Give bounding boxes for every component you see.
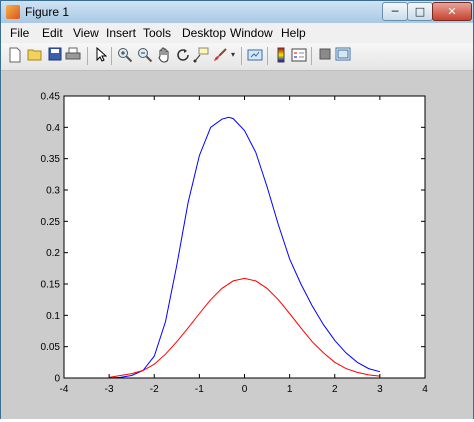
insert-legend-icon[interactable]: [291, 47, 307, 63]
y-tick-label: 0.2: [46, 248, 60, 259]
open-file-icon[interactable]: [27, 47, 43, 63]
save-icon[interactable]: [47, 47, 63, 63]
y-tick-label: 0.25: [41, 217, 61, 228]
menu-desktop[interactable]: Desktop: [182, 26, 226, 40]
y-tick-label: 0.05: [41, 342, 61, 353]
y-tick-label: 0.35: [41, 154, 61, 165]
brush-dropdown-icon[interactable]: ▾: [229, 47, 237, 63]
rotate-3d-icon[interactable]: [175, 47, 191, 63]
window-title: Figure 1: [25, 5, 70, 19]
figure-window: Figure 1 ─ □ ✕ File Edit View Insert Too…: [0, 0, 474, 419]
toolbar-separator: [311, 47, 312, 65]
menu-insert[interactable]: Insert: [106, 26, 136, 40]
menu-bar: File Edit View Insert Tools Desktop Wind…: [1, 23, 473, 43]
zoom-out-icon[interactable]: [137, 47, 153, 63]
y-tick-label: 0.45: [41, 92, 61, 103]
pan-hand-icon[interactable]: [156, 47, 172, 63]
show-plot-tools-icon[interactable]: [335, 47, 351, 63]
toolbar-separator: [241, 47, 242, 65]
x-tick-label: 2: [332, 384, 338, 395]
link-plot-icon[interactable]: [247, 47, 263, 63]
insert-colorbar-icon[interactable]: [273, 47, 289, 63]
y-tick-label: 0.1: [46, 311, 60, 322]
close-button[interactable]: ✕: [432, 2, 472, 21]
hide-plot-tools-icon[interactable]: [317, 47, 333, 63]
axes-background: [64, 96, 425, 378]
menu-window[interactable]: Window: [230, 26, 273, 40]
new-figure-icon[interactable]: [7, 47, 23, 63]
x-tick-label: 4: [422, 384, 428, 395]
minimize-button[interactable]: ─: [382, 2, 408, 21]
menu-edit[interactable]: Edit: [42, 26, 63, 40]
toolbar-separator: [87, 47, 88, 65]
menu-view[interactable]: View: [73, 26, 99, 40]
figure-canvas: -4 -3 -2 -1 0 1 2 3 4 0 0.05 0.1 0.15 0.2 0.25 0.3 0.35 0…: [1, 71, 473, 419]
x-tick-label: -1: [195, 384, 204, 395]
zoom-in-icon[interactable]: [117, 47, 133, 63]
print-icon[interactable]: [65, 47, 81, 63]
x-tick-label: 0: [242, 384, 248, 395]
toolbar-separator: [267, 47, 268, 65]
y-tick-label: 0.15: [41, 280, 61, 291]
maximize-button[interactable]: □: [407, 2, 433, 21]
matlab-app-icon: [6, 5, 20, 19]
x-tick-label: -4: [60, 384, 69, 395]
menu-tools[interactable]: Tools: [143, 26, 171, 40]
toolbar-separator: [111, 47, 112, 65]
x-tick-label: -3: [105, 384, 114, 395]
y-tick-label: 0.3: [46, 186, 60, 197]
menu-file[interactable]: File: [10, 26, 29, 40]
title-bar[interactable]: Figure 1 ─ □ ✕: [1, 1, 473, 23]
x-tick-label: 3: [377, 384, 383, 395]
menu-help[interactable]: Help: [281, 26, 306, 40]
data-cursor-icon[interactable]: [193, 47, 209, 63]
x-tick-label: -2: [150, 384, 159, 395]
y-tick-label: 0: [54, 374, 60, 385]
plot-axes[interactable]: -4 -3 -2 -1 0 1 2 3 4 0 0.05 0.1 0.15 0.2 0.25 0.3 0.35 0…: [1, 71, 473, 419]
y-tick-label: 0.4: [46, 123, 60, 134]
figure-toolbar: ▾: [1, 43, 473, 71]
brush-icon[interactable]: [212, 47, 228, 63]
edit-plot-arrow-icon[interactable]: [93, 46, 109, 63]
x-tick-label: 1: [287, 384, 293, 395]
